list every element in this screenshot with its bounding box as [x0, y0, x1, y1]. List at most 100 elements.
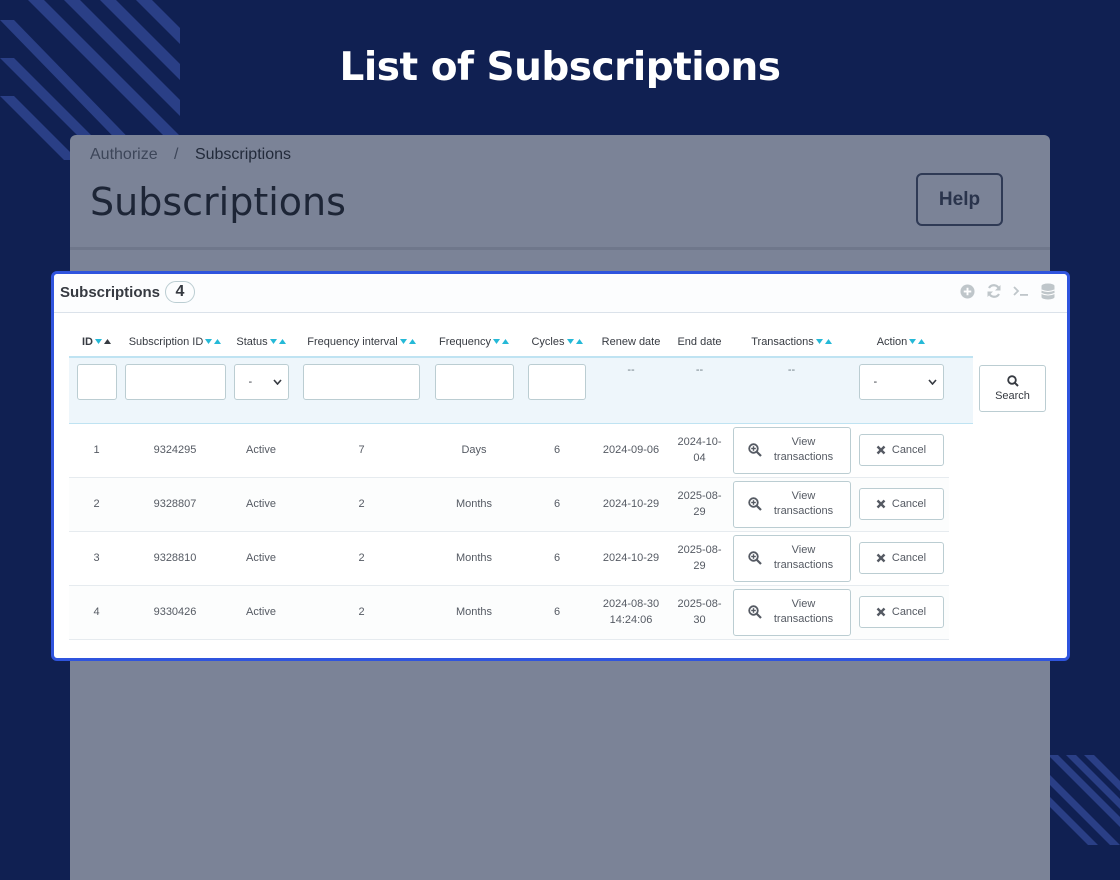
- panel-toolbar: [958, 282, 1057, 300]
- sort-icon[interactable]: [492, 338, 509, 345]
- cell-end-date: 2024-10- 04: [669, 423, 730, 478]
- sort-icon[interactable]: [399, 338, 416, 345]
- filter-cell: [521, 356, 593, 424]
- decorative-stripes-bottom-right: [1048, 755, 1120, 845]
- filter-action-select[interactable]: -: [858, 364, 944, 400]
- subscriptions-panel: Subscriptions 4 ID Subscription ID Statu…: [51, 271, 1070, 661]
- cancel-button[interactable]: Cancel: [858, 596, 944, 628]
- cell-action: Cancel: [853, 585, 949, 640]
- table-row: 1 9324295 Active 7 Days 6 2024-09-06 202…: [69, 423, 973, 478]
- filter-frequency-input[interactable]: [434, 364, 514, 400]
- database-icon[interactable]: [1039, 282, 1057, 300]
- cell-frequency: Months: [427, 477, 521, 532]
- view-transactions-button[interactable]: View transactions: [732, 426, 851, 474]
- search-button-label: Search: [995, 390, 1030, 402]
- filter-cycles-input[interactable]: [528, 364, 586, 400]
- cell-blank: [949, 477, 973, 531]
- cell-frequency: Months: [427, 585, 521, 640]
- cell-cycles: 6: [521, 531, 593, 586]
- filter-subscription-id-input[interactable]: [124, 364, 226, 400]
- cell-id: 1: [69, 423, 124, 478]
- breadcrumb-separator: /: [174, 146, 179, 163]
- filter-cell: [296, 356, 427, 424]
- cell-cycles: 6: [521, 585, 593, 640]
- cancel-button[interactable]: Cancel: [858, 488, 944, 520]
- column-header-id[interactable]: ID: [69, 327, 124, 357]
- column-header-end-date: End date: [677, 335, 722, 348]
- search-button[interactable]: Search: [979, 365, 1046, 412]
- filter-status-select[interactable]: -: [233, 364, 289, 400]
- subscriptions-table: ID Subscription ID Status Frequency inte…: [69, 327, 973, 640]
- terminal-icon[interactable]: [1012, 282, 1030, 300]
- refresh-icon[interactable]: [985, 282, 1003, 300]
- column-header-frequency[interactable]: Frequency: [427, 327, 521, 357]
- cell-frequency: Days: [427, 423, 521, 478]
- cell-cycles: 6: [521, 423, 593, 478]
- sort-icon[interactable]: [95, 338, 111, 345]
- cell-renew-date: 2024-08-30 14:24:06: [593, 585, 669, 640]
- column-header-status[interactable]: Status: [226, 327, 296, 357]
- cell-frequency: Months: [427, 531, 521, 586]
- filter-frequency-interval-input[interactable]: [303, 364, 420, 400]
- close-icon: [876, 499, 886, 509]
- cancel-button[interactable]: Cancel: [858, 542, 944, 574]
- cell-subscription-id: 9330426: [124, 585, 226, 640]
- help-button[interactable]: Help: [916, 173, 1003, 226]
- filter-id-input[interactable]: [76, 364, 117, 400]
- search-icon: [1006, 375, 1019, 387]
- close-icon: [876, 445, 886, 455]
- count-badge: 4: [165, 281, 195, 303]
- chevron-down-icon: [927, 379, 937, 385]
- cell-renew-date: 2024-10-29: [593, 531, 669, 586]
- breadcrumb-current: Subscriptions: [194, 146, 291, 163]
- cancel-button[interactable]: Cancel: [858, 434, 944, 466]
- column-header-frequency-interval[interactable]: Frequency interval: [296, 327, 427, 357]
- cell-id: 3: [69, 531, 124, 586]
- cell-blank: [949, 423, 973, 477]
- zoom-in-icon: [747, 551, 762, 565]
- filter-cell: [69, 356, 124, 424]
- filter-row: - -- -- -- -: [69, 356, 973, 424]
- column-header-cycles[interactable]: Cycles: [521, 327, 593, 357]
- cell-renew-date: 2024-10-29: [593, 477, 669, 532]
- sort-icon[interactable]: [815, 338, 832, 345]
- cell-action: Cancel: [853, 423, 949, 478]
- sort-icon[interactable]: [205, 338, 222, 345]
- view-transactions-button[interactable]: View transactions: [732, 480, 851, 528]
- filter-cell: -: [853, 356, 949, 424]
- filter-end-placeholder: --: [669, 356, 730, 424]
- column-header-transactions[interactable]: Transactions: [730, 327, 853, 357]
- view-transactions-button[interactable]: View transactions: [732, 534, 851, 582]
- cell-cycles: 6: [521, 477, 593, 532]
- cell-action: Cancel: [853, 531, 949, 586]
- cell-id: 2: [69, 477, 124, 532]
- view-transactions-button[interactable]: View transactions: [732, 588, 851, 636]
- sort-icon[interactable]: [269, 338, 286, 345]
- cell-end-date: 2025-08- 30: [669, 585, 730, 640]
- cell-renew-date: 2024-09-06: [593, 423, 669, 478]
- column-header-action[interactable]: Action: [853, 327, 949, 357]
- cell-transactions: View transactions: [730, 531, 853, 586]
- table-header-row: ID Subscription ID Status Frequency inte…: [69, 327, 973, 357]
- filter-cell: [124, 356, 226, 424]
- cell-subscription-id: 9324295: [124, 423, 226, 478]
- cell-transactions: View transactions: [730, 477, 853, 532]
- chevron-down-icon: [272, 379, 282, 385]
- page-title: Subscriptions: [90, 180, 346, 224]
- sort-icon[interactable]: [566, 338, 583, 345]
- cell-interval: 7: [296, 423, 427, 478]
- close-icon: [876, 553, 886, 563]
- breadcrumb-parent[interactable]: Authorize: [90, 146, 158, 163]
- filter-cell: -: [226, 356, 296, 424]
- cell-blank: [949, 585, 973, 639]
- filter-transactions-placeholder: --: [730, 356, 853, 424]
- zoom-in-icon: [747, 605, 762, 619]
- sort-icon[interactable]: [909, 338, 926, 345]
- zoom-in-icon: [747, 443, 762, 457]
- add-icon[interactable]: [958, 282, 976, 300]
- cell-blank: [949, 531, 973, 585]
- cell-status: Active: [226, 531, 296, 586]
- breadcrumb: Authorize / Subscriptions: [90, 146, 291, 164]
- cell-action: Cancel: [853, 477, 949, 532]
- column-header-subscription-id[interactable]: Subscription ID: [124, 327, 226, 357]
